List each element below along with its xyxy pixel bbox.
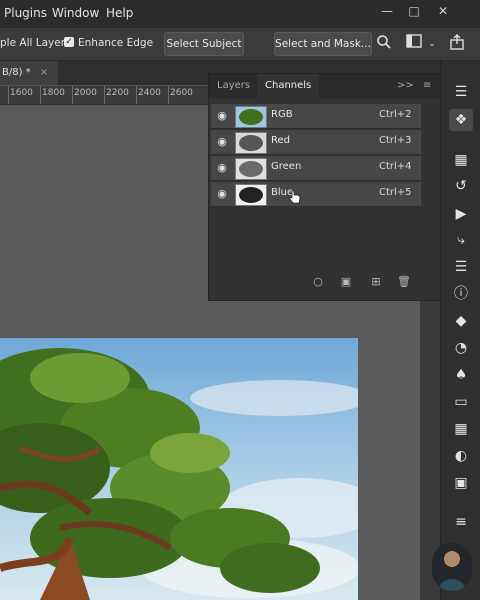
eye-icon[interactable]: ◉ [215,135,229,149]
document-image[interactable] [0,338,358,600]
channel-name: Red [271,135,290,146]
menu-window[interactable]: Window [52,6,99,20]
options-bar: ple All Layers ✓ Enhance Edge Select Sub… [0,28,480,61]
channel-shortcut: Ctrl+4 [379,161,412,172]
layers-icon[interactable]: ☰ [449,81,473,103]
document-tab-label: B/8) * [2,67,31,78]
eye-icon[interactable]: ◉ [215,187,229,201]
tab-channels[interactable]: Channels [257,74,320,98]
paths-icon[interactable]: ⤷ [449,229,473,251]
ruler-tick-line [40,86,41,104]
eye-icon[interactable]: ◉ [215,109,229,123]
shapes-icon[interactable]: ◆ [449,310,473,332]
panel-tab-bar: Layers Channels >> ≡ [209,74,441,98]
channel-shortcut: Ctrl+3 [379,135,412,146]
play-icon[interactable]: ▶ [449,203,473,225]
save-selection-icon[interactable]: ▣ [338,274,354,290]
right-panel-toolbar: ☰ ❖ ▦ ↺ ▶ ⤷ ☰ ⓘ ◆ ◔ ♠ ▭ ▦ ◐ ▣ ≡ [440,61,480,600]
channel-thumbnail [235,106,267,128]
channels-icon[interactable]: ❖ [449,109,473,131]
eye-icon[interactable]: ◉ [215,161,229,175]
channel-thumbnail [235,158,267,180]
menu-plugins[interactable]: Plugins [4,6,47,20]
history-icon[interactable]: ↺ [449,175,473,197]
close-icon[interactable]: ✕ [434,2,452,20]
delete-channel-icon[interactable]: 🗑 [396,274,412,290]
ruler-tick: 1800 [42,88,65,98]
channel-row-rgb[interactable]: ◉ RGB Ctrl+2 [211,104,421,129]
share-icon[interactable] [447,34,467,54]
ruler-tick: 2400 [138,88,161,98]
stamp-icon[interactable]: ♠ [449,364,473,386]
hand-cursor-icon [289,190,301,204]
channel-name: Green [271,161,302,172]
gradient-icon[interactable]: ▭ [449,391,473,413]
ruler-tick-line [136,86,137,104]
channel-row-green[interactable]: ◉ Green Ctrl+4 [211,156,421,181]
ruler-tick: 1600 [10,88,33,98]
ruler-tick-line [72,86,73,104]
select-subject-button[interactable]: Select Subject [164,32,244,56]
adjustments-icon[interactable]: ☰ [449,256,473,278]
select-and-mask-button[interactable]: Select and Mask... [274,32,372,56]
info-icon[interactable]: ⓘ [449,283,473,305]
channel-thumbnail [235,184,267,206]
ruler-tick: 2000 [74,88,97,98]
enhance-edge-checkbox[interactable]: ✓ [64,37,74,47]
tab-close-icon[interactable]: × [40,67,48,78]
patterns-icon[interactable]: ▦ [449,418,473,440]
channel-shortcut: Ctrl+2 [379,109,412,120]
libraries-icon[interactable]: ▣ [449,472,473,494]
properties-icon[interactable]: ≡ [449,511,473,533]
channel-row-blue[interactable]: ◉ Blue Ctrl+5 [211,182,421,207]
ruler-tick-line [104,86,105,104]
color-icon[interactable]: ◔ [449,337,473,359]
channel-shortcut: Ctrl+5 [379,187,412,198]
load-selection-icon[interactable]: ○ [310,274,326,290]
chevron-down-icon[interactable]: ⌄ [426,34,438,54]
channel-thumbnail [235,132,267,154]
tab-layers[interactable]: Layers [209,74,258,98]
document-tab[interactable]: B/8) * × [0,61,58,85]
search-icon[interactable] [374,34,394,54]
maximize-icon[interactable]: □ [405,2,423,20]
menu-help[interactable]: Help [106,6,133,20]
swatches-grid-icon[interactable]: ▦ [449,149,473,171]
channel-name: RGB [271,109,293,120]
panel-menu-icon[interactable]: ≡ [415,74,439,98]
channel-row-red[interactable]: ◉ Red Ctrl+3 [211,130,421,155]
new-channel-icon[interactable]: ⊞ [368,274,384,290]
ruler-tick: 2600 [170,88,193,98]
ruler-tick-line [8,86,9,104]
enhance-edge-label: Enhance Edge [78,37,154,49]
workspace-icon[interactable] [404,34,424,54]
ruler-tick-line [168,86,169,104]
minimize-icon[interactable]: — [378,2,396,20]
avatar [432,543,472,591]
menu-bar: Plugins Window Help — □ ✕ [0,0,480,28]
ruler-tick: 2200 [106,88,129,98]
sample-all-layers-label[interactable]: ple All Layers [0,37,70,49]
channels-panel: Layers Channels >> ≡ ◉ RGB Ctrl+2 ◉ Red … [208,73,442,301]
brush-settings-icon[interactable]: ◐ [449,445,473,467]
